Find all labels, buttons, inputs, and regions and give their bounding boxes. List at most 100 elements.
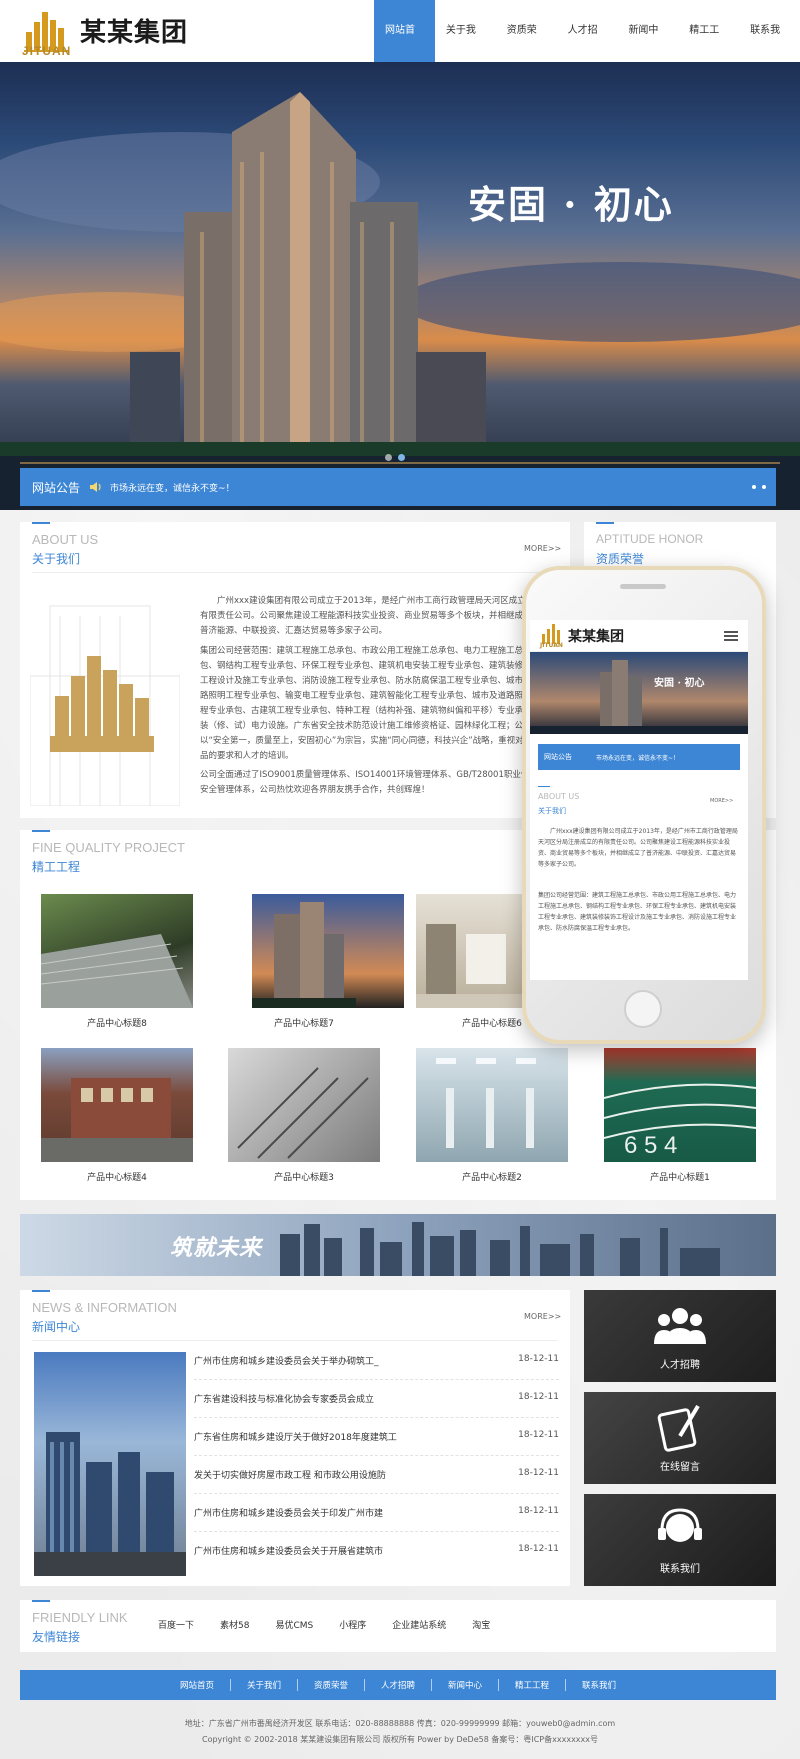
news-item[interactable]: 广东省住房和城乡建设厅关于做好2018年度建筑工 18-12-11 — [194, 1418, 559, 1456]
nav-news[interactable]: 新闻中心 — [617, 0, 678, 98]
news-date: 18-12-11 — [518, 1430, 559, 1440]
nav-about[interactable]: 关于我们 — [435, 0, 496, 98]
aptitude-title-cn[interactable]: 资质荣誉 — [596, 550, 644, 567]
product-caption-2[interactable]: 产品中心标题2 — [416, 1170, 568, 1183]
slogan-banner: 筑就未来 — [20, 1214, 776, 1276]
news-title[interactable]: 广东省建设科技与标准化协会专家委员会成立 — [194, 1392, 374, 1405]
footer-nav-projects[interactable]: 精工工程 — [499, 1679, 567, 1691]
projects-title-en: FINE QUALITY PROJECT — [32, 840, 185, 855]
notice-text[interactable]: 市场永远在变，诚信永不变~！ — [110, 481, 235, 494]
notice-bar: 网站公告 市场永远在变，诚信永不变~！ — [20, 468, 776, 506]
news-date: 18-12-11 — [518, 1468, 559, 1478]
tile-label[interactable]: 人才招聘 — [584, 1356, 776, 1371]
friendly-link[interactable]: 小程序 — [339, 1618, 366, 1631]
nav-recruit[interactable]: 人才招聘 — [557, 0, 618, 98]
tile-message[interactable]: 在线留言 — [584, 1392, 776, 1484]
nav-contact[interactable]: 联系我们 — [739, 0, 800, 98]
about-title-en: ABOUT US — [32, 532, 99, 547]
phone-notice: 网站公告 市场永远在变，诚信永不变~！ — [538, 744, 740, 770]
footer-nav-home[interactable]: 网站首页 — [164, 1679, 231, 1691]
nav-home[interactable]: 网站首页 — [374, 0, 435, 98]
about-more-link[interactable]: MORE>> — [524, 544, 561, 553]
about-building-illustration — [30, 605, 180, 806]
about-title-cn[interactable]: 关于我们 — [32, 550, 80, 567]
banner-dot-active[interactable] — [398, 454, 405, 461]
tile-recruit[interactable]: 人才招聘 — [584, 1290, 776, 1382]
speaker-icon — [90, 482, 101, 492]
phone-about-p2: 集团公司经营范围：建筑工程施工总承包、市政公用工程施工总承包、电力工程施工总承包… — [538, 892, 737, 932]
product-image-3[interactable] — [228, 1048, 380, 1162]
footer-nav-contact[interactable]: 联系我们 — [566, 1679, 632, 1691]
svg-text:6 5 4: 6 5 4 — [624, 1132, 677, 1159]
phone-screen: 某某集团 JITUAN 安固 · 初心 网站公告 市场永远在变，诚信永不变~！ … — [530, 620, 748, 980]
friendly-link[interactable]: 淘宝 — [472, 1618, 490, 1631]
product-image-2[interactable] — [416, 1048, 568, 1162]
links-title-cn: 友情链接 — [32, 1630, 81, 1644]
phone-more: MORE>> — [710, 798, 734, 804]
news-item[interactable]: 广州市住房和城乡建设委员会关于开展省建筑市 18-12-11 — [194, 1532, 559, 1570]
tile-contact[interactable]: 联系我们 — [584, 1494, 776, 1586]
notice-label: 网站公告 — [32, 481, 81, 495]
city-skyline-image — [280, 1222, 720, 1276]
logo-text[interactable]: 某某集团 — [80, 12, 188, 49]
news-title[interactable]: 广州市住房和城乡建设委员会关于开展省建筑市 — [194, 1544, 383, 1557]
phone-banner-title: 安固 · 初心 — [654, 678, 705, 689]
news-title[interactable]: 发关于切实做好房屋市政工程 和市政公用设施防 — [194, 1468, 386, 1481]
banner-title: 安固 · 初心 — [468, 182, 674, 227]
product-caption-7[interactable]: 产品中心标题7 — [228, 1016, 380, 1029]
nav-aptitude[interactable]: 资质荣誉 — [496, 0, 557, 98]
tile-label[interactable]: 联系我们 — [584, 1560, 776, 1575]
friendly-link[interactable]: 企业建站系统 — [392, 1618, 446, 1631]
about-paragraph-3: 公司全面通过了ISO9001质量管理体系、ISO14001环境管理体系、GB/T… — [200, 770, 538, 795]
skyline-image — [0, 92, 800, 510]
site-header: 某某集团 JITUAN 网站首页 关于我们 资质荣誉 人才招聘 新闻中心 精工工… — [0, 0, 800, 98]
news-item[interactable]: 广州市住房和城乡建设委员会关于举办砌筑工_ 18-12-11 — [194, 1342, 559, 1380]
slogan-text: 筑就未来 — [170, 1236, 263, 1261]
hero-banner[interactable]: 安固 · 初心 — [0, 62, 800, 510]
product-caption-3[interactable]: 产品中心标题3 — [228, 1170, 380, 1183]
product-caption-4[interactable]: 产品中心标题4 — [41, 1170, 193, 1183]
banner-dot[interactable] — [385, 454, 392, 461]
news-title[interactable]: 广州市住房和城乡建设委员会关于举办砌筑工_ — [194, 1354, 379, 1367]
news-image[interactable] — [34, 1352, 186, 1576]
product-caption-8[interactable]: 产品中心标题8 — [41, 1016, 193, 1029]
news-item[interactable]: 广东省建设科技与标准化协会专家委员会成立 18-12-11 — [194, 1380, 559, 1418]
friendly-link[interactable]: 易优CMS — [275, 1618, 313, 1631]
product-image-1[interactable]: 6 5 4 — [604, 1048, 756, 1162]
people-icon — [654, 1308, 706, 1344]
links-panel: FRIENDLY LINK 友情链接 百度一下 素材58 易优CMS 小程序 企… — [20, 1600, 776, 1652]
divider — [32, 1340, 558, 1341]
news-more-link[interactable]: MORE>> — [524, 1312, 561, 1321]
footer-nav-recruit[interactable]: 人才招聘 — [365, 1679, 432, 1691]
message-pen-icon — [657, 1404, 700, 1452]
phone-about-cn: 关于我们 — [538, 807, 566, 815]
nav-projects[interactable]: 精工工程 — [678, 0, 739, 98]
tile-label[interactable]: 在线留言 — [584, 1458, 776, 1473]
divider — [32, 572, 558, 573]
links-title-en: FRIENDLY LINK — [32, 1610, 128, 1625]
aptitude-title-en: APTITUDE HONOR — [596, 532, 704, 546]
banner-pagination — [385, 454, 405, 461]
product-image-4[interactable] — [41, 1048, 193, 1162]
friendly-link[interactable]: 百度一下 — [158, 1618, 194, 1631]
about-panel: ABOUT US 关于我们 MORE>> 广州xxx建设集团有限公司成立于201… — [20, 522, 570, 818]
product-image-8[interactable] — [41, 894, 193, 1008]
menu-icon — [724, 631, 738, 641]
news-item[interactable]: 广州市住房和城乡建设委员会关于印发广州市建 18-12-11 — [194, 1494, 559, 1532]
phone-notice-text: 市场永远在变，诚信永不变~！ — [596, 755, 680, 762]
news-title-cn[interactable]: 新闻中心 — [32, 1318, 80, 1335]
news-title[interactable]: 广东省住房和城乡建设厅关于做好2018年度建筑工 — [194, 1430, 397, 1443]
friendly-link[interactable]: 素材58 — [220, 1618, 249, 1631]
footer-nav-about[interactable]: 关于我们 — [231, 1679, 298, 1691]
product-caption-1[interactable]: 产品中心标题1 — [604, 1170, 756, 1183]
footer-nav-aptitude[interactable]: 资质荣誉 — [298, 1679, 365, 1691]
product-image-7[interactable] — [252, 894, 404, 1008]
footer-nav-news[interactable]: 新闻中心 — [432, 1679, 500, 1691]
news-title[interactable]: 广州市住房和城乡建设委员会关于印发广州市建 — [194, 1506, 383, 1519]
footer-address: 地址：广东省广州市番禺经济开发区 联系电话：020-88888888 传真：02… — [184, 1719, 616, 1728]
projects-title-cn[interactable]: 精工工程 — [32, 858, 80, 875]
main-nav: 网站首页 关于我们 资质荣誉 人才招聘 新闻中心 精工工程 联系我们 — [374, 0, 800, 98]
phone-notice-label: 网站公告 — [544, 753, 572, 761]
phone-logo-sub: JITUAN — [540, 642, 563, 649]
news-item[interactable]: 发关于切实做好房屋市政工程 和市政公用设施防 18-12-11 — [194, 1456, 559, 1494]
